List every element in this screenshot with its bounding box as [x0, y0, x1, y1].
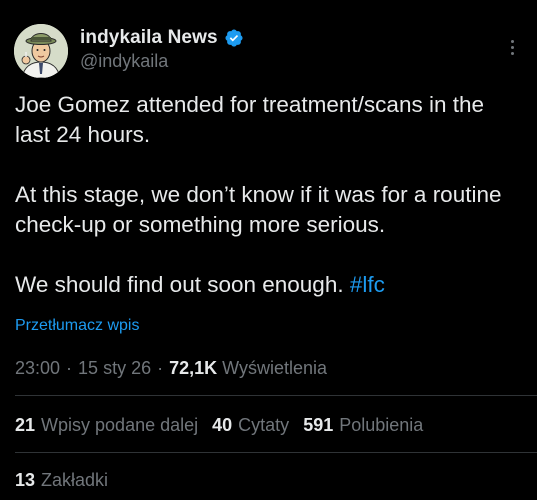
likes-label: Polubienia	[339, 415, 424, 435]
tweet-paragraph-3-text: We should find out soon enough.	[15, 272, 350, 297]
tweet-time[interactable]: 23:00	[15, 358, 60, 379]
divider	[15, 395, 537, 396]
likes-count: 591	[303, 415, 334, 435]
tweet-date[interactable]: 15 sty 26	[78, 358, 151, 379]
quotes-count: 40	[212, 415, 233, 435]
bookmarks-label: Zakładki	[41, 470, 109, 490]
cartoon-man-with-hat-avatar	[14, 24, 68, 78]
views-count: 72,1K	[169, 358, 218, 378]
verified-badge-icon[interactable]	[224, 28, 244, 48]
reposts-label: Wpisy podane dalej	[41, 415, 199, 435]
tweet-paragraph-3: We should find out soon enough. #lfc	[15, 270, 525, 300]
tweet-meta: 23:00 · 15 sty 26 · 72,1K Wyświetlenia	[15, 358, 327, 379]
translate-post-link[interactable]: Przetłumacz wpis	[15, 317, 139, 335]
tweet-text: Joe Gomez attended for treatment/scans i…	[15, 90, 525, 300]
author-handle[interactable]: @indykaila	[80, 51, 168, 72]
divider	[15, 452, 537, 453]
avatar[interactable]	[14, 24, 68, 78]
quotes-label: Cytaty	[238, 415, 290, 435]
quotes-stat[interactable]: 40 Cytaty	[212, 415, 289, 436]
tweet-paragraph-2: At this stage, we don’t know if it was f…	[15, 182, 502, 237]
views-label: Wyświetlenia	[222, 358, 328, 378]
meta-separator: ·	[157, 358, 164, 378]
meta-separator: ·	[66, 358, 73, 378]
author-name-row: indykaila News	[80, 27, 244, 49]
reposts-stat[interactable]: 21 Wpisy podane dalej	[15, 415, 198, 436]
tweet-header: indykaila News @indykaila	[0, 0, 537, 90]
tweet-paragraph-1: Joe Gomez attended for treatment/scans i…	[15, 92, 485, 147]
bookmarks-stat[interactable]: 13 Zakładki	[15, 470, 108, 491]
more-options-icon[interactable]	[500, 34, 524, 60]
bookmarks-count: 13	[15, 470, 36, 490]
reposts-count: 21	[15, 415, 36, 435]
hashtag-link[interactable]: #lfc	[350, 272, 385, 297]
likes-stat[interactable]: 591 Polubienia	[303, 415, 423, 436]
engagement-stats: 21 Wpisy podane dalej 40 Cytaty 591 Polu…	[15, 415, 437, 436]
author-display-name[interactable]: indykaila News	[80, 27, 218, 49]
